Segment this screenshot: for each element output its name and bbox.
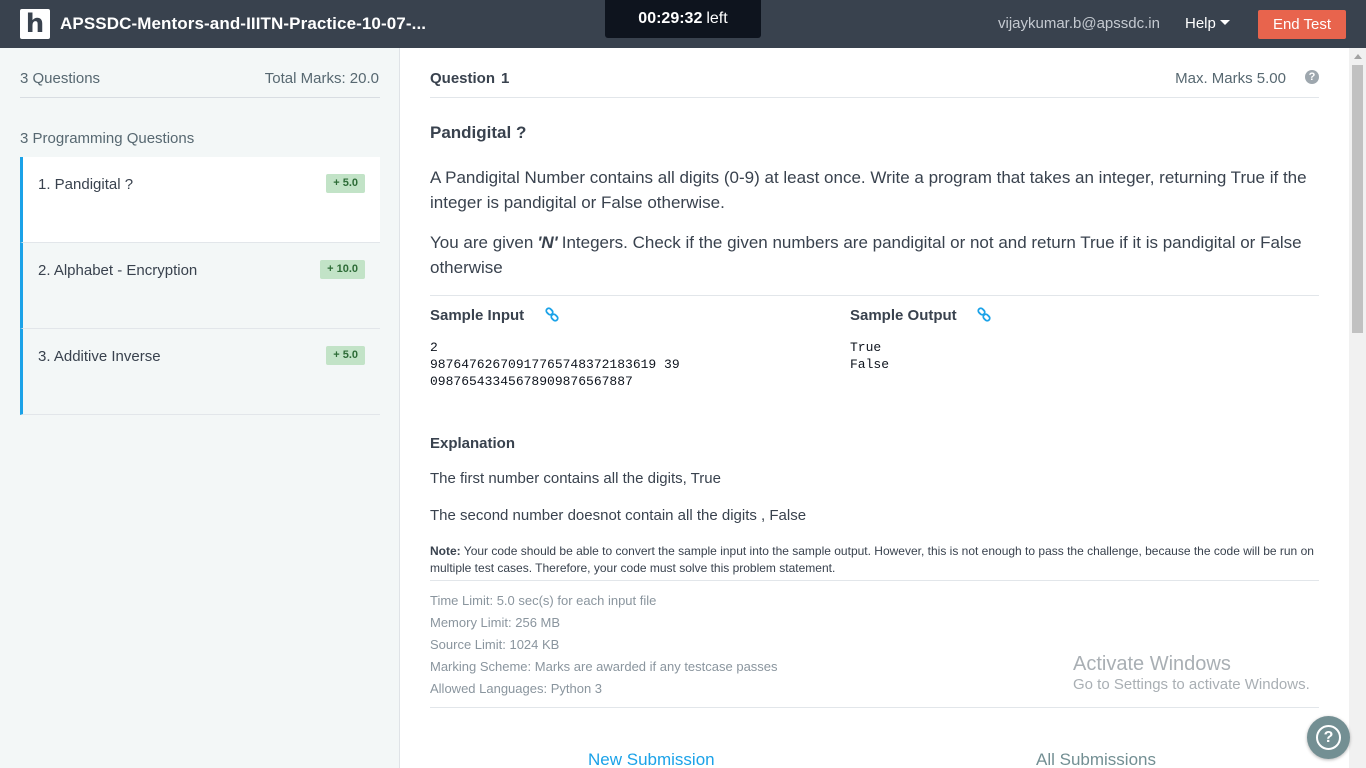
note-text: Your code should be able to convert the … [430, 544, 1314, 575]
statement-emphasis: 'N' [537, 233, 558, 252]
help-label: Help [1185, 15, 1216, 32]
question-item-label: 3. Additive Inverse [38, 348, 161, 365]
timer-suffix: left [706, 10, 728, 27]
divider [20, 97, 380, 98]
question-item-additive-inverse[interactable]: 3. Additive Inverse + 5.0 [20, 329, 380, 415]
max-marks: Max. Marks 5.00 [1175, 70, 1286, 87]
statement-prefix: You are given [430, 233, 534, 252]
explanation-line: The first number contains all the digits… [430, 470, 721, 487]
caret-down-icon [1219, 19, 1230, 25]
divider [430, 580, 1319, 581]
test-title: APSSDC-Mentors-and-IIITN-Practice-10-07-… [60, 14, 427, 33]
top-bar: h APSSDC-Mentors-and-IIITN-Practice-10-0… [0, 0, 1366, 48]
allowed-languages: Allowed Languages: Python 3 [430, 681, 603, 696]
question-sidebar: 3 Questions Total Marks: 20.0 3 Programm… [0, 48, 400, 768]
tab-new-submission[interactable]: New Submission [588, 750, 715, 768]
end-test-button[interactable]: End Test [1258, 10, 1346, 39]
question-item-pandigital[interactable]: 1. Pandigital ? + 5.0 [20, 157, 380, 243]
explanation-line: The second number doesnot contain all th… [430, 507, 807, 524]
question-circle-icon: ? [1316, 725, 1341, 750]
timer-value: 00:29:32 [638, 10, 703, 27]
user-email[interactable]: vijaykumar.b@apssdc.in [998, 15, 1160, 33]
total-marks: Total Marks: 20.0 [264, 70, 379, 87]
sample-input: 2 98764762670917765748372183619 39 09876… [430, 340, 680, 389]
divider [430, 707, 1319, 708]
marking-scheme: Marking Scheme: Marks are awarded if any… [430, 659, 778, 674]
hackerearth-logo[interactable]: h [20, 9, 50, 39]
question-heading: Question 1 [430, 70, 509, 88]
note-label: Note: [430, 544, 461, 558]
sample-input-label: Sample Input [430, 307, 525, 324]
marks-badge: + 5.0 [326, 346, 365, 365]
divider [430, 295, 1319, 296]
scroll-up-arrow-icon[interactable] [1354, 54, 1362, 59]
divider [430, 97, 1319, 98]
help-menu[interactable]: Help [1185, 15, 1230, 33]
sample-output: True False [850, 340, 890, 372]
windows-watermark-title: Activate Windows [1073, 653, 1231, 675]
marks-badge: + 10.0 [320, 260, 365, 279]
question-label: Question [430, 70, 496, 87]
question-panel: Question 1 Max. Marks 5.00 ? Pandigital ?… [401, 48, 1349, 768]
marks-badge: + 5.0 [326, 174, 365, 193]
explanation-heading: Explanation [430, 435, 516, 452]
question-count: 3 Questions [20, 70, 101, 87]
time-limit: Time Limit: 5.0 sec(s) for each input fi… [430, 593, 657, 608]
countdown-timer: 00:29:32 left [605, 0, 761, 38]
scrollbar[interactable] [1349, 48, 1366, 768]
question-circle-icon[interactable]: ? [1305, 70, 1319, 84]
note: Note: Your code should be able to conver… [430, 543, 1322, 577]
problem-statement: You are given 'N' Integers. Check if the g… [430, 230, 1319, 280]
memory-limit: Memory Limit: 256 MB [430, 615, 561, 630]
question-number: 1 [501, 70, 510, 87]
logo-letter: h [25, 9, 45, 39]
windows-watermark-subtitle: Go to Settings to activate Windows. [1073, 676, 1310, 693]
problem-description: A Pandigital Number contains all digits … [430, 168, 1307, 212]
scrollbar-thumb[interactable] [1352, 65, 1363, 333]
sample-output-label: Sample Output [850, 307, 957, 324]
tab-all-submissions[interactable]: All Submissions [1036, 750, 1156, 768]
source-limit: Source Limit: 1024 KB [430, 637, 560, 652]
problem-title: Pandigital ? [430, 123, 527, 142]
question-item-label: 1. Pandigital ? [38, 176, 134, 193]
link-icon[interactable] [976, 307, 992, 323]
question-item-label: 2. Alphabet - Encryption [38, 262, 198, 279]
floating-help-button[interactable]: ? [1307, 716, 1350, 759]
question-list: 1. Pandigital ? + 5.0 2. Alphabet - Encr… [20, 157, 380, 415]
statement-suffix: Integers. Check if the given numbers are… [430, 233, 1302, 277]
question-item-alphabet-encryption[interactable]: 2. Alphabet - Encryption + 10.0 [20, 243, 380, 329]
link-icon[interactable] [544, 307, 560, 323]
section-title: 3 Programming Questions [20, 130, 195, 147]
